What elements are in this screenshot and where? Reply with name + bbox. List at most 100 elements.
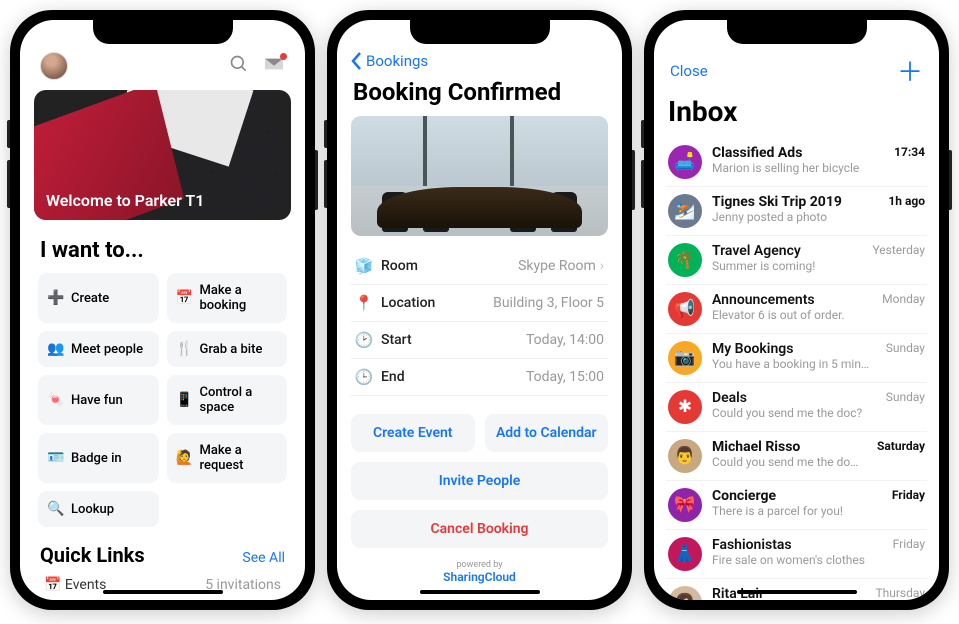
announcements-icon: 📢 <box>668 292 702 326</box>
my-bookings-icon: 📷 <box>668 341 702 375</box>
create-event-button[interactable]: Create Event <box>351 414 475 452</box>
classified-ads-icon: 🛋️ <box>668 145 702 179</box>
inbox-time: Saturday <box>877 439 925 453</box>
ski-trip-icon: ⛷️ <box>668 194 702 228</box>
pin-icon: 📍 <box>355 294 373 312</box>
inbox-subtitle: Marion is selling her bicycle <box>712 161 878 175</box>
home-indicator[interactable] <box>420 590 540 594</box>
clock-icon: 🕒 <box>355 368 373 386</box>
inbox-time: 1h ago <box>888 194 925 208</box>
home-indicator[interactable] <box>737 590 857 594</box>
action-make-booking[interactable]: 📅 Make a booking <box>167 273 288 323</box>
fashionistas-icon: 👗 <box>668 537 702 571</box>
hero-card[interactable]: Welcome to Parker T1 <box>34 90 291 220</box>
action-label: Have fun <box>71 393 123 408</box>
inbox-time: Friday <box>892 488 925 502</box>
create-icon: ➕ <box>48 290 64 306</box>
calendar-icon: 📅 <box>44 577 61 593</box>
phone-booking: Bookings Booking Confirmed 🧊RoomSkype Ro… <box>327 10 632 610</box>
brand-label: SharingCloud <box>351 570 608 584</box>
detail-label: Location <box>381 295 435 311</box>
rita-lair-icon: 👩 <box>668 586 702 600</box>
add-calendar-button[interactable]: Add to Calendar <box>485 414 609 452</box>
action-have-fun[interactable]: 🍬Have fun <box>38 375 159 425</box>
action-make-request[interactable]: 🙋Make a request <box>167 433 288 483</box>
inbox-subtitle: Summer is coming! <box>712 259 856 273</box>
inbox-classified-ads[interactable]: 🛋️ Classified Ads Marion is selling her … <box>666 138 927 187</box>
cube-icon: 🧊 <box>355 257 373 275</box>
back-label: Bookings <box>366 52 428 70</box>
meet-people-icon: 👥 <box>48 341 64 357</box>
inbox-travel-agency[interactable]: 🌴 Travel Agency Summer is coming! Yester… <box>666 236 927 285</box>
action-label: Badge in <box>71 451 122 466</box>
action-lookup[interactable]: 🔍Lookup <box>38 491 159 527</box>
travel-agency-icon: 🌴 <box>668 243 702 277</box>
action-grab-bite[interactable]: 🍴Grab a bite <box>167 331 288 367</box>
action-label: Control a space <box>200 385 278 415</box>
close-button[interactable]: Close <box>670 62 708 80</box>
inbox-time: Sunday <box>886 341 925 355</box>
inbox-my-bookings[interactable]: 📷 My Bookings You have a booking in 5 mi… <box>666 334 927 383</box>
action-grid: ➕ Create 📅 Make a booking 👥 Meet people 🍴Grab … <box>34 273 291 527</box>
inbox-fashionistas[interactable]: 👗 Fashionistas Fire sale on women's clot… <box>666 530 927 579</box>
action-label: Make a booking <box>200 283 278 313</box>
make-booking-icon: 📅 <box>177 290 193 306</box>
back-button[interactable]: Bookings <box>351 52 608 78</box>
cancel-booking-button[interactable]: Cancel Booking <box>351 510 608 548</box>
inbox-subtitle: Jenny posted a photo <box>712 210 872 224</box>
hero-title: Welcome to Parker T1 <box>46 191 204 210</box>
detail-end: 🕒EndToday, 15:00 <box>351 359 608 396</box>
detail-label: End <box>381 369 405 385</box>
inbox-time: 17:34 <box>894 145 925 159</box>
inbox-time: Sunday <box>886 390 925 404</box>
inbox-deals[interactable]: ✱ Deals Could you send me the doc? Sunda… <box>666 383 927 432</box>
inbox-michael-risso[interactable]: 👨 Michael Risso Could you send me the do… <box>666 432 927 481</box>
detail-start: 🕑StartToday, 14:00 <box>351 322 608 359</box>
action-create[interactable]: ➕ Create <box>38 273 159 323</box>
inbox-time: Friday <box>893 537 925 551</box>
inbox-concierge[interactable]: 🎀 Concierge There is a parcel for you! F… <box>666 481 927 530</box>
inbox-title: My Bookings <box>712 341 870 357</box>
inbox-time: Monday <box>882 292 925 306</box>
home-indicator[interactable] <box>103 590 223 594</box>
inbox-title: Concierge <box>712 488 876 504</box>
inbox-title: Michael Risso <box>712 439 861 455</box>
inbox-subtitle: Could you send me the doc? <box>712 455 861 469</box>
see-all-link[interactable]: See All <box>242 550 285 566</box>
detail-room[interactable]: 🧊RoomSkype Room› <box>351 248 608 285</box>
inbox-title: Classified Ads <box>712 145 878 161</box>
make-request-icon: 🙋 <box>177 450 193 466</box>
detail-label: Room <box>381 258 418 274</box>
inbox-title: Inbox <box>666 95 927 138</box>
detail-value: Building 3, Floor 5 <box>493 295 604 311</box>
action-label: Meet people <box>71 342 143 357</box>
inbox-announcements[interactable]: 📢 Announcements Elevator 6 is out of ord… <box>666 285 927 334</box>
action-label: Create <box>71 291 109 306</box>
inbox-subtitle: Elevator 6 is out of order. <box>712 308 866 322</box>
concierge-icon: 🎀 <box>668 488 702 522</box>
inbox-ski-trip[interactable]: ⛷️ Tignes Ski Trip 2019 Jenny posted a p… <box>666 187 927 236</box>
clock-icon: 🕑 <box>355 331 373 349</box>
action-label: Lookup <box>71 502 114 517</box>
inbox-title: Announcements <box>712 292 866 308</box>
action-meet-people[interactable]: 👥 Meet people <box>38 331 159 367</box>
inbox-icon[interactable] <box>263 55 285 77</box>
chevron-right-icon: › <box>600 258 604 274</box>
action-control-space[interactable]: 📱Control a space <box>167 375 288 425</box>
inbox-time: Thursday <box>875 586 925 600</box>
search-icon[interactable] <box>229 54 249 78</box>
inbox-subtitle: There is a parcel for you! <box>712 504 876 518</box>
inbox-title: Travel Agency <box>712 243 856 259</box>
quick-links-title: Quick Links <box>40 543 145 567</box>
avatar[interactable] <box>40 52 68 80</box>
notification-dot <box>280 53 287 60</box>
screen-home: Welcome to Parker T1 I want to... ➕Creat… <box>20 20 305 600</box>
inbox-time: Yesterday <box>872 243 925 257</box>
action-badge-in[interactable]: 🪪Badge in <box>38 433 159 483</box>
top-bar <box>34 52 291 90</box>
phone-inbox: Close ＋ Inbox 🛋️ Classified Ads Marion i… <box>644 10 949 610</box>
powered-label: powered by <box>351 560 608 570</box>
invite-people-button[interactable]: Invite People <box>351 462 608 500</box>
screen-booking: Bookings Booking Confirmed 🧊RoomSkype Ro… <box>337 20 622 600</box>
compose-button[interactable]: ＋ <box>897 52 923 89</box>
